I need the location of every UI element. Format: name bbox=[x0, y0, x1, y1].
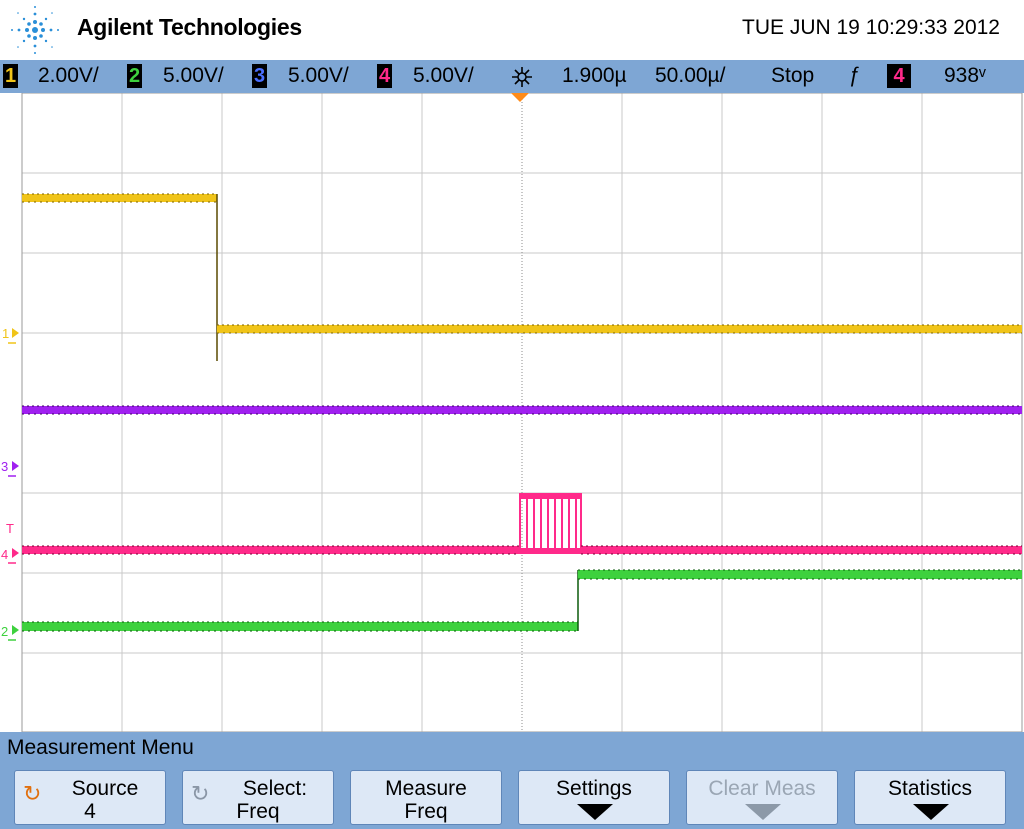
softkey-label: Settings bbox=[556, 777, 632, 800]
ch2-badge[interactable]: 2 bbox=[127, 64, 142, 88]
softkey-label: Statistics bbox=[887, 777, 973, 800]
svg-text:3: 3 bbox=[1, 459, 8, 474]
softkey-label: Clear Meas bbox=[708, 777, 816, 800]
ch4-scale: 5.00V/ bbox=[413, 64, 474, 87]
svg-text:T: T bbox=[6, 521, 14, 536]
softkey-value: Freq bbox=[236, 800, 280, 823]
softkey-value: 4 bbox=[84, 800, 96, 823]
run-state: Stop bbox=[771, 64, 815, 87]
ch2-scale: 5.00V/ bbox=[163, 64, 224, 87]
svg-text:2: 2 bbox=[1, 624, 8, 639]
softkey-value: Freq bbox=[404, 800, 448, 823]
menu-title-bar: Measurement Menu bbox=[0, 732, 1024, 764]
trigger-position-marker-icon[interactable] bbox=[511, 93, 529, 102]
ch3-ground-marker[interactable]: 3 bbox=[1, 459, 19, 477]
trigger-slope-icon: ƒ bbox=[848, 64, 860, 87]
settings-softkey[interactable]: Settings bbox=[518, 770, 670, 825]
ch3-trace bbox=[22, 405, 1022, 415]
select-softkey[interactable]: ↻ Select: Freq bbox=[182, 770, 334, 825]
ch2-ground-marker[interactable]: 2 bbox=[1, 624, 19, 641]
ch4-trace bbox=[22, 493, 1022, 555]
softkey-bar: ↻ Source 4 ↻ Select: Freq Measure Freq S… bbox=[0, 764, 1024, 829]
ch4-ground-marker[interactable]: 4 bbox=[1, 547, 19, 564]
softkey-label: Source bbox=[71, 777, 139, 800]
trigger-level: 938ᵛ bbox=[944, 64, 986, 87]
submenu-arrow-icon bbox=[913, 804, 949, 820]
statistics-softkey[interactable]: Statistics bbox=[854, 770, 1006, 825]
ch3-scale: 5.00V/ bbox=[288, 64, 349, 87]
status-bar: 1 2.00V/ 2 5.00V/ 3 5.00V/ 4 5.00V/ 1.90… bbox=[0, 60, 1024, 93]
delay-icon bbox=[512, 67, 532, 87]
trigger-level-marker[interactable]: T bbox=[6, 521, 14, 536]
title-bar: Agilent Technologies TUE JUN 19 10:29:33… bbox=[0, 0, 1024, 60]
datetime: TUE JUN 19 10:29:33 2012 bbox=[742, 16, 1000, 39]
measure-softkey[interactable]: Measure Freq bbox=[350, 770, 502, 825]
waveform-display: 1 3 T 4 2 bbox=[1, 93, 1023, 732]
ch1-badge[interactable]: 1 bbox=[3, 64, 18, 88]
softkey-label: Select: bbox=[242, 777, 308, 800]
svg-text:4: 4 bbox=[1, 547, 8, 562]
submenu-arrow-icon bbox=[745, 804, 781, 820]
agilent-spark-logo-icon bbox=[11, 6, 59, 54]
brand-name: Agilent Technologies bbox=[77, 14, 302, 40]
ch1-scale: 2.00V/ bbox=[38, 64, 99, 87]
submenu-arrow-icon bbox=[577, 804, 613, 820]
delay-value: 1.900µ bbox=[562, 64, 627, 87]
menu-title: Measurement Menu bbox=[7, 736, 194, 759]
source-softkey[interactable]: ↻ Source 4 bbox=[14, 770, 166, 825]
ch4-badge[interactable]: 4 bbox=[377, 64, 392, 88]
ch1-ground-marker[interactable]: 1 bbox=[2, 326, 19, 344]
softkey-label: Measure bbox=[385, 777, 467, 800]
trigger-source-badge[interactable]: 4 bbox=[887, 64, 911, 88]
ch3-badge[interactable]: 3 bbox=[252, 64, 267, 88]
svg-text:1: 1 bbox=[2, 326, 9, 341]
timebase-value: 50.00µ/ bbox=[655, 64, 726, 87]
clear-meas-softkey[interactable]: Clear Meas bbox=[686, 770, 838, 825]
